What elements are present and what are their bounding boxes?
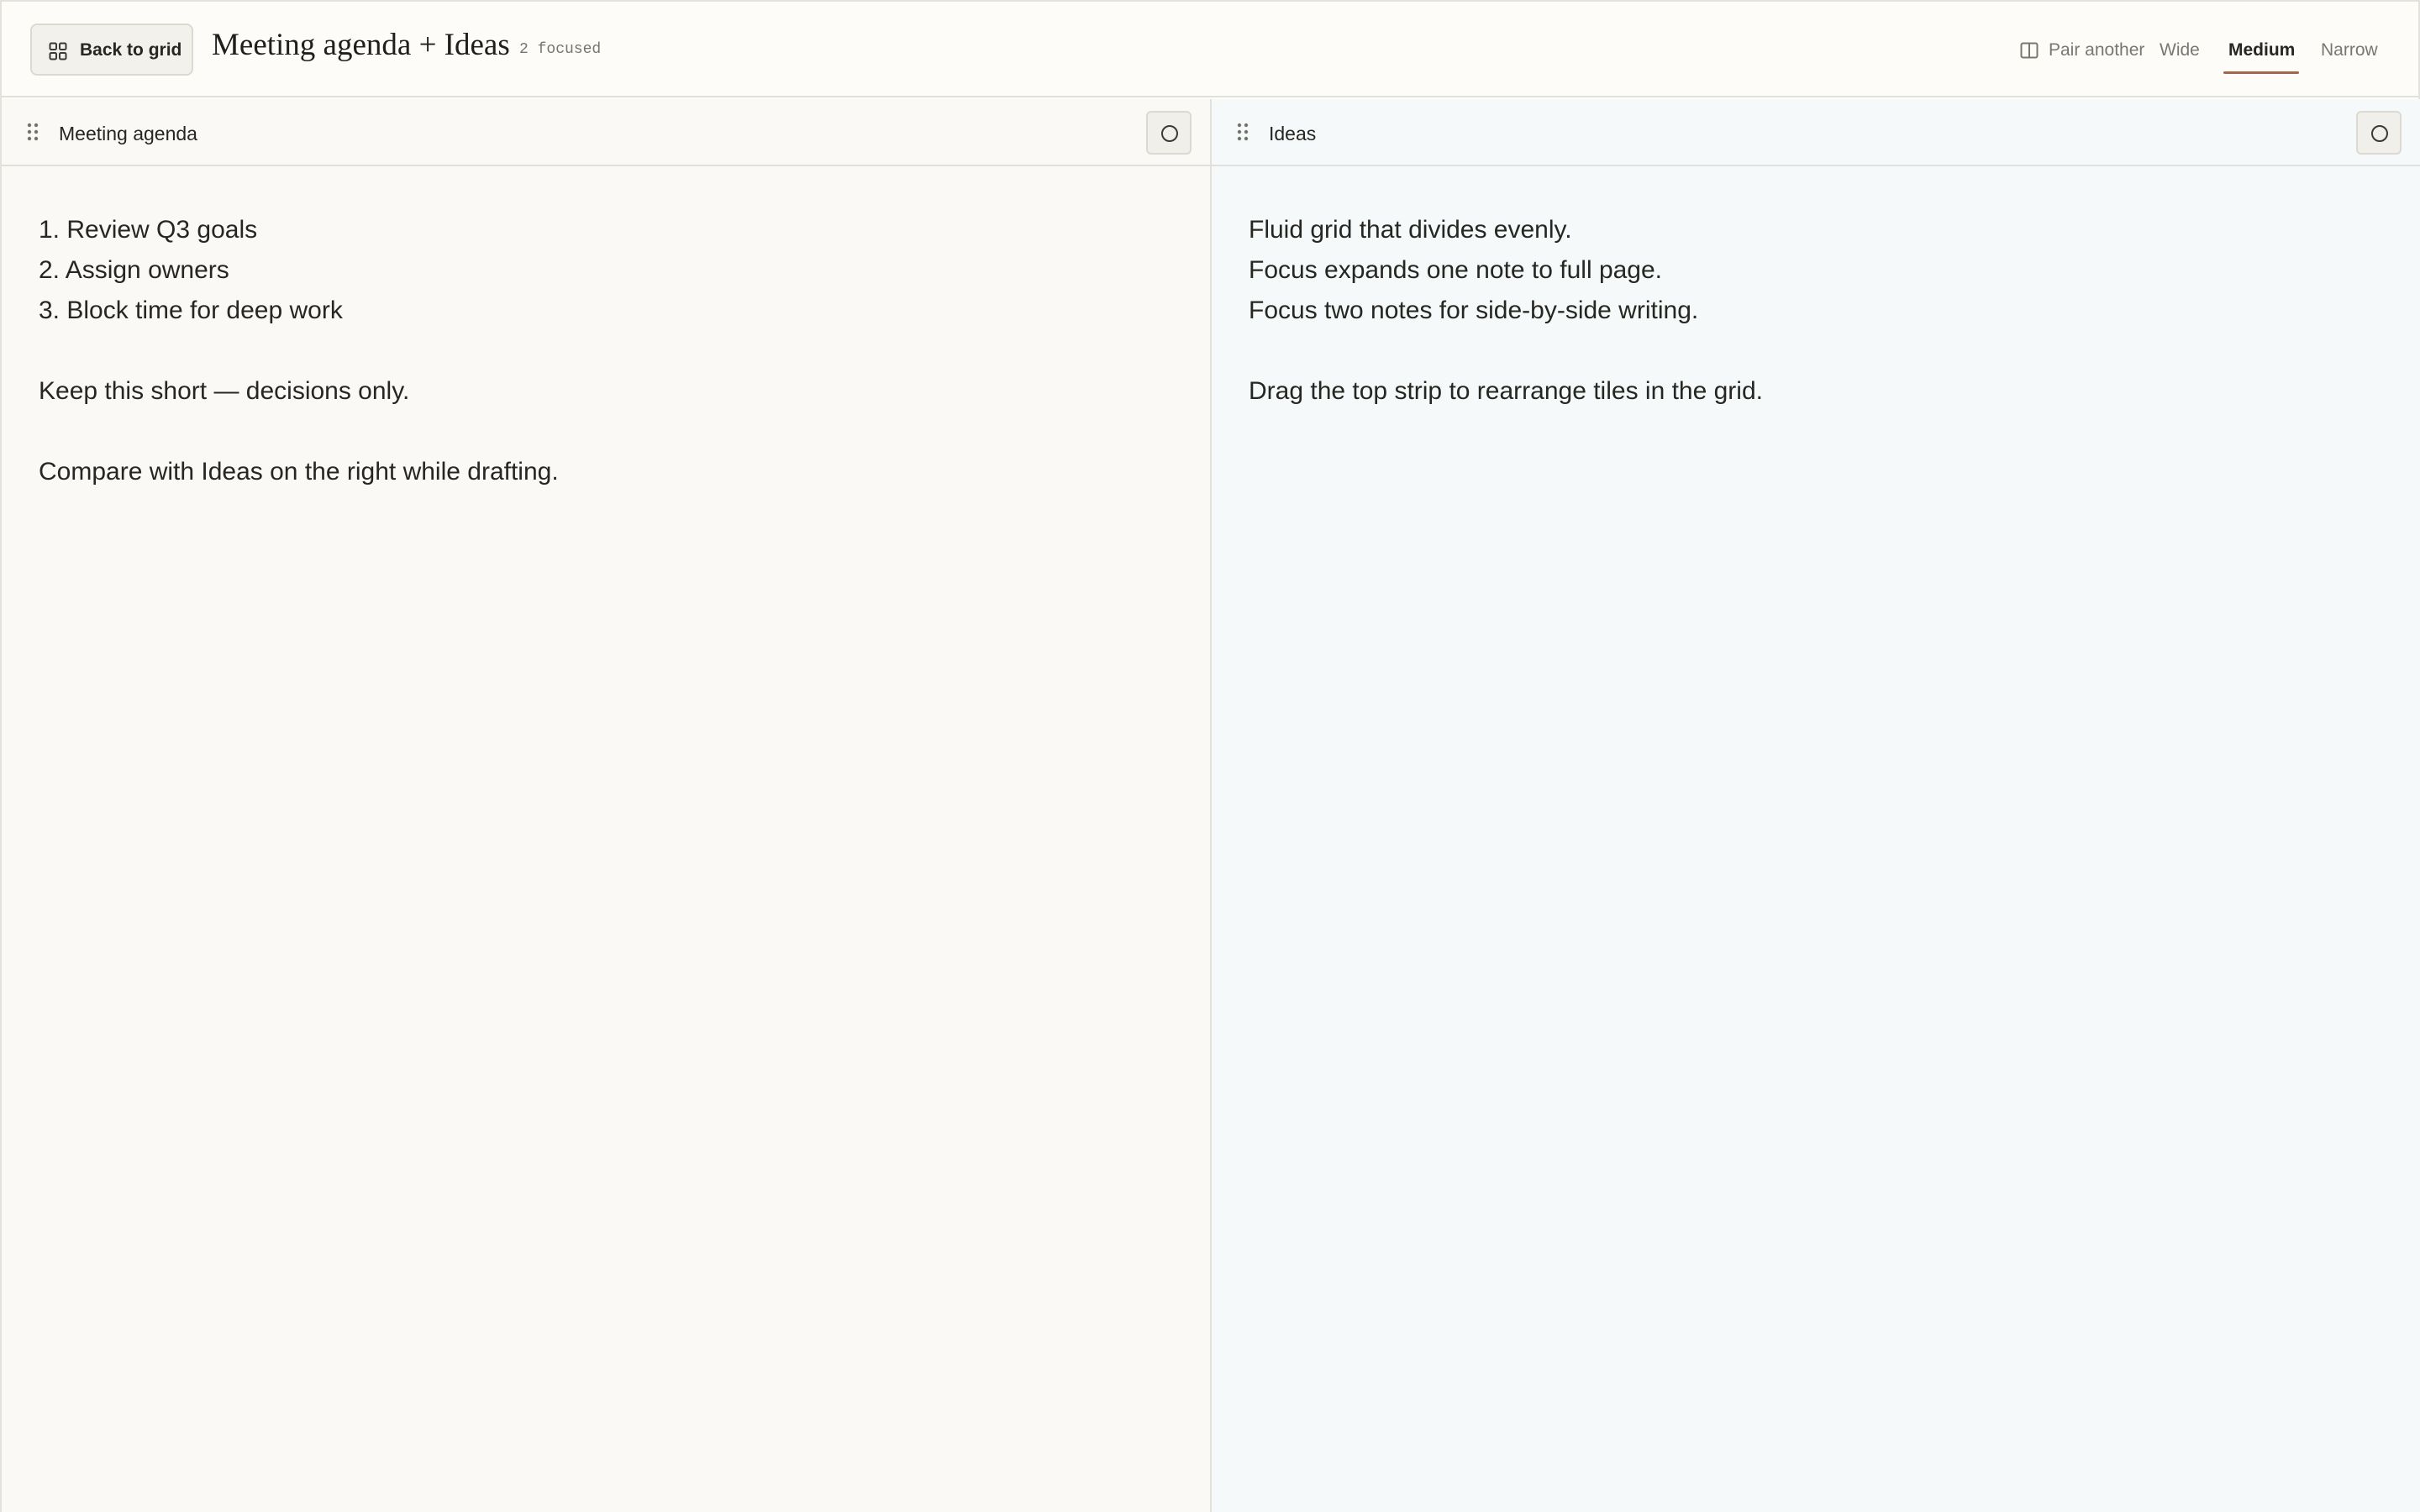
grid-icon xyxy=(49,42,67,60)
note-pane-ideas: Ideas Fluid grid that divides evenly. Fo… xyxy=(1212,99,2420,1512)
pair-another-button[interactable]: Pair another xyxy=(2018,35,2149,64)
note-line: Focus two notes for side-by-side writing… xyxy=(1249,297,1699,324)
drag-handle-icon[interactable] xyxy=(1237,123,1249,141)
unfocus-button[interactable] xyxy=(1146,111,1192,155)
note-line xyxy=(39,412,1173,452)
pane-header-strip[interactable]: Meeting agenda xyxy=(2,99,1210,166)
note-line: Focus expands one note to full page. xyxy=(1249,256,1663,284)
split-view-icon xyxy=(2020,42,2039,59)
note-line: 2. Assign owners xyxy=(39,256,229,284)
focus-view: Back to grid Meeting agenda + Ideas 2 fo… xyxy=(0,0,2420,1512)
drag-handle-icon[interactable] xyxy=(27,123,39,141)
circle-icon xyxy=(2371,125,2388,142)
note-line: 1. Review Q3 goals xyxy=(39,216,258,244)
circle-icon xyxy=(1161,125,1178,142)
note-line xyxy=(39,331,1173,371)
top-toolbar: Back to grid Meeting agenda + Ideas 2 fo… xyxy=(2,2,2418,97)
back-to-grid-label: Back to grid xyxy=(80,40,182,60)
pane-title: Ideas xyxy=(1269,123,1317,144)
pair-another-label: Pair another xyxy=(2049,40,2145,60)
active-width-indicator xyxy=(2223,71,2299,74)
page-title: Meeting agenda + Ideas xyxy=(212,28,510,62)
back-to-grid-button[interactable]: Back to grid xyxy=(30,24,193,76)
note-pane-meeting-agenda: Meeting agenda 1. Review Q3 goals 2. Ass… xyxy=(2,99,1212,1512)
pane-header-strip[interactable]: Ideas xyxy=(1212,99,2420,166)
width-option-medium[interactable]: Medium xyxy=(2228,40,2295,60)
width-option-narrow[interactable]: Narrow xyxy=(2321,40,2378,60)
note-line: Fluid grid that divides evenly. xyxy=(1249,216,1572,244)
note-line: 3. Block time for deep work xyxy=(39,297,343,324)
note-editor[interactable]: 1. Review Q3 goals 2. Assign owners 3. B… xyxy=(2,168,1210,1512)
note-line xyxy=(1249,331,2383,371)
pane-title: Meeting agenda xyxy=(59,123,197,144)
width-option-wide[interactable]: Wide xyxy=(2160,40,2200,60)
note-line: Keep this short — decisions only. xyxy=(39,377,410,405)
note-editor[interactable]: Fluid grid that divides evenly. Focus ex… xyxy=(1212,168,2420,1512)
unfocus-button[interactable] xyxy=(2356,111,2402,155)
note-line: Compare with Ideas on the right while dr… xyxy=(39,458,559,486)
note-line: Drag the top strip to rearrange tiles in… xyxy=(1249,377,1763,405)
focus-count-badge: 2 focused xyxy=(519,41,602,58)
